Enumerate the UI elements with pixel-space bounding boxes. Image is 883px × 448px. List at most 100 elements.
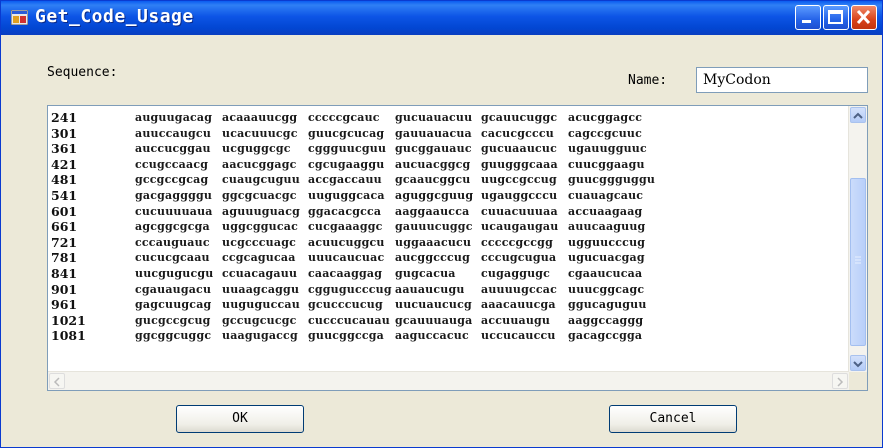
sequence-segment: gucuaaucuc: [481, 142, 558, 156]
sequence-segment: cgaaucucaa: [568, 266, 643, 280]
sequence-row: 361 auccucggau ucguggcgc cggguucguu gucggaua…: [51, 141, 848, 157]
sequence-segment: uucuaucucg: [395, 298, 472, 312]
sequence-segment: gauuucuggc: [395, 220, 473, 234]
sequence-row: 961 gagcuugcag uuguguccau gcucccucug uucuauc…: [51, 297, 848, 313]
ok-button[interactable]: OK: [176, 405, 304, 433]
sequence-row: 421 ccugccaacg aacucggagc cgcugaaggu aucuacg…: [51, 157, 848, 173]
sequence-segment: aguggcguug: [395, 188, 474, 202]
sequence-segment: cuucggaagu: [568, 157, 645, 171]
row-position-number: 481: [51, 172, 78, 188]
scroll-up-button[interactable]: [850, 107, 866, 123]
sequence-segment: cggugucccug: [308, 282, 392, 296]
sequence-row: 541 gacgaggggu ggcgcuacgc uuguggcaca aguggcg…: [51, 188, 848, 204]
title-bar[interactable]: Get_Code_Usage: [1, 1, 882, 35]
row-position-number: 1081: [51, 328, 86, 344]
window-title: Get_Code_Usage: [35, 6, 194, 27]
sequence-segment: aaguccacuc: [395, 329, 469, 343]
sequence-segment: aguuuguacg: [222, 204, 301, 218]
row-position-number: 961: [51, 297, 78, 313]
sequence-segment: uuguggcaca: [308, 188, 385, 202]
sequence-segment: auguugacag: [135, 111, 213, 124]
sequence-segment: agcggcgcga: [135, 220, 210, 234]
sequence-segment: auuuugccac: [481, 282, 558, 296]
sequence-segment: uuucaucuac: [308, 251, 385, 265]
sequence-segment: ucguggcgc: [222, 142, 291, 156]
name-input[interactable]: MyCodon: [696, 67, 868, 93]
sequence-segment: gucgccgcug: [135, 313, 211, 327]
row-position-number: 421: [51, 156, 78, 172]
sequence-segment: uaagugaccg: [222, 329, 298, 343]
sequence-segment: ggacacgcca: [308, 204, 382, 218]
row-position-number: 901: [51, 281, 78, 297]
sequence-row: 721 cccauguauc ucgcccuagc acuucuggcu uggaaac…: [51, 235, 848, 251]
sequence-segment: auccucggau: [135, 142, 211, 156]
grip-icon: [855, 256, 861, 264]
row-position-number: 1021: [51, 312, 86, 328]
sequence-row: 481 gccgccgcag cuaugcuguu accgaccauu gcaaucg…: [51, 172, 848, 188]
sequence-segment: uggaaacucu: [395, 235, 472, 249]
sequence-row: 901 cgauaugacu uuaagcaggu cggugucccug aauauc…: [51, 282, 848, 298]
scroll-thumb[interactable]: [850, 178, 866, 346]
chevron-right-icon: [837, 377, 844, 387]
row-position-number: 781: [51, 250, 78, 266]
sequence-segment: gacgaggggu: [135, 188, 213, 202]
sequence-segment: uccucauccu: [481, 329, 556, 343]
sequence-segment: uuguguccau: [222, 298, 300, 312]
row-position-number: 661: [51, 219, 78, 235]
sequence-segment: aauaucugu: [395, 282, 465, 296]
cancel-button[interactable]: Cancel: [609, 405, 737, 433]
sequence-segment: gugcacua: [395, 266, 456, 280]
minimize-button[interactable]: [795, 5, 821, 30]
sequence-segment: ggucaguguu: [568, 298, 647, 312]
sequence-segment: aaggccaggg: [568, 313, 644, 327]
row-position-number: 301: [51, 125, 78, 141]
close-button[interactable]: [851, 5, 877, 30]
sequence-segment: ggcgcuacgc: [222, 188, 297, 202]
sequence-segment: cuuacuuuaa: [481, 204, 558, 218]
sequence-segment: cuauagcauc: [568, 188, 644, 202]
minimize-icon: [802, 20, 811, 23]
sequence-segment: aaacauucga: [481, 298, 556, 312]
sequence-segment: cggguucguu: [308, 142, 387, 156]
close-icon: [856, 9, 871, 25]
sequence-segment: guucggguggu: [568, 173, 656, 187]
sequence-segment: cccugcugua: [481, 251, 557, 265]
sequence-segment: gccgccgcag: [135, 173, 209, 187]
get-code-usage-window: Get_Code_Usage Sequence: Name: MyCodon 2…: [0, 0, 883, 448]
sequence-segment: gauuauacua: [395, 126, 472, 140]
sequence-segment: auuccaugcu: [135, 126, 212, 140]
sequence-row: 661 agcggcgcga uggcggucac cucgaaaggc gauuucu…: [51, 219, 848, 235]
sequence-segment: cuaugcuguu: [222, 173, 300, 187]
sequence-segment: ccuacagauu: [222, 266, 298, 280]
sequence-segment: ucgcccuagc: [222, 235, 296, 249]
row-position-number: 721: [51, 234, 78, 250]
sequence-row: 1081 ggcggcuggc uaagugaccg guucggccga aagucc…: [51, 328, 848, 344]
scroll-down-button[interactable]: [850, 355, 866, 371]
sequence-segment: uugccgccug: [481, 173, 557, 187]
vertical-scrollbar[interactable]: [848, 106, 867, 372]
sequence-segment: guucgcucag: [308, 126, 385, 140]
row-position-number: 361: [51, 141, 78, 157]
sequence-row: 1021 gucgccgcug gccugcucgc cucccucauau gcauu…: [51, 313, 848, 329]
sequence-segment: cccauguauc: [135, 235, 210, 249]
chevron-up-icon: [853, 112, 863, 119]
sequence-row: 301 auuccaugcu ucacuuucgc guucgcucag gauuaua…: [51, 126, 848, 142]
sequence-segment: ugguucccug: [568, 235, 646, 249]
sequence-textarea[interactable]: 241 auguugacag acaaauucgg cccccgcauc gucuaua…: [47, 105, 868, 391]
row-position-number: 241: [51, 110, 78, 125]
row-position-number: 541: [51, 187, 78, 203]
sequence-segment: uucgugucgu: [135, 266, 214, 280]
sequence-segment: cucccucauau: [308, 313, 390, 327]
sequence-segment: accgaccauu: [308, 173, 382, 187]
maximize-button[interactable]: [823, 5, 849, 30]
sequence-segment: aucuacggcg: [395, 157, 471, 171]
sequence-segment: aacucggagc: [222, 157, 297, 171]
scroll-left-button[interactable]: [49, 373, 65, 389]
horizontal-scrollbar[interactable]: [48, 371, 849, 390]
sequence-segment: guucggccga: [308, 329, 384, 343]
scroll-right-button[interactable]: [832, 373, 848, 389]
sequence-segment: gacagccgga: [568, 329, 643, 343]
sequence-segment: ugucuacgag: [568, 251, 645, 265]
sequence-segment: gcaaucggcu: [395, 173, 471, 187]
sequence-segment: uuucggcagc: [568, 282, 645, 296]
